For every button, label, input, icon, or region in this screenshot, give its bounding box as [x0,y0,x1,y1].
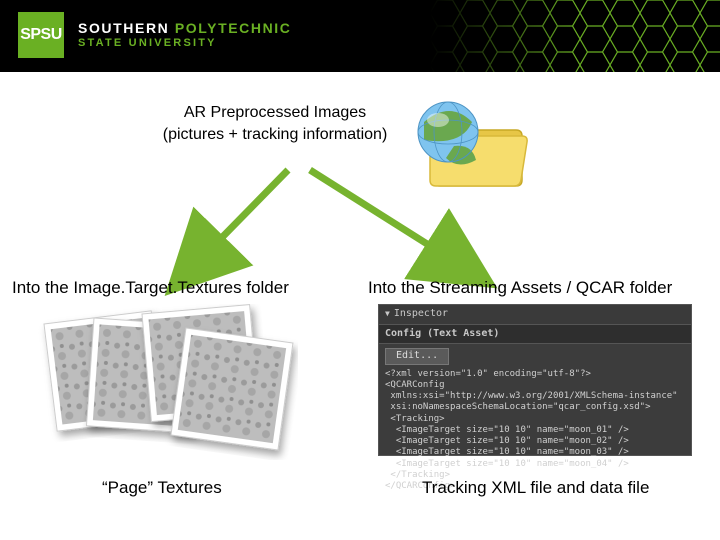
arrow-left [180,162,310,287]
logo-line1-b: POLYTECHNIC [175,20,292,36]
university-logo: SPSU SOUTHERN POLYTECHNIC STATE UNIVERSI… [18,12,292,58]
top-caption: AR Preprocessed Images (pictures + track… [150,102,400,145]
logo-badge: SPSU [18,12,64,58]
inspector-panel: ▼ Inspector Config (Text Asset) Edit... … [378,304,692,456]
arrow-right [300,162,480,287]
logo-line1-a: SOUTHERN [78,20,175,36]
inspector-tab-label: Inspector [394,308,448,321]
chevron-down-icon: ▼ [385,309,390,319]
left-bottom-caption: “Page” Textures [102,478,222,498]
top-caption-line1: AR Preprocessed Images [150,102,400,124]
top-caption-line2: (pictures + tracking information) [150,124,400,146]
logo-text: SOUTHERN POLYTECHNIC STATE UNIVERSITY [78,21,292,48]
slide-header: SPSU SOUTHERN POLYTECHNIC STATE UNIVERSI… [0,0,720,72]
slide-body: AR Preprocessed Images (pictures + track… [0,72,720,540]
right-bottom-caption: Tracking XML file and data file [422,478,649,498]
page-textures-stack [36,304,298,460]
left-column-title: Into the Image.Target.Textures folder [12,278,289,298]
right-column-title: Into the Streaming Assets / QCAR folder [368,278,672,298]
logo-line2: STATE UNIVERSITY [78,38,292,49]
inspector-tab[interactable]: ▼ Inspector [379,305,691,325]
hex-pattern [430,0,720,72]
edit-button[interactable]: Edit... [385,348,449,365]
inspector-asset-title: Config (Text Asset) [379,325,691,345]
